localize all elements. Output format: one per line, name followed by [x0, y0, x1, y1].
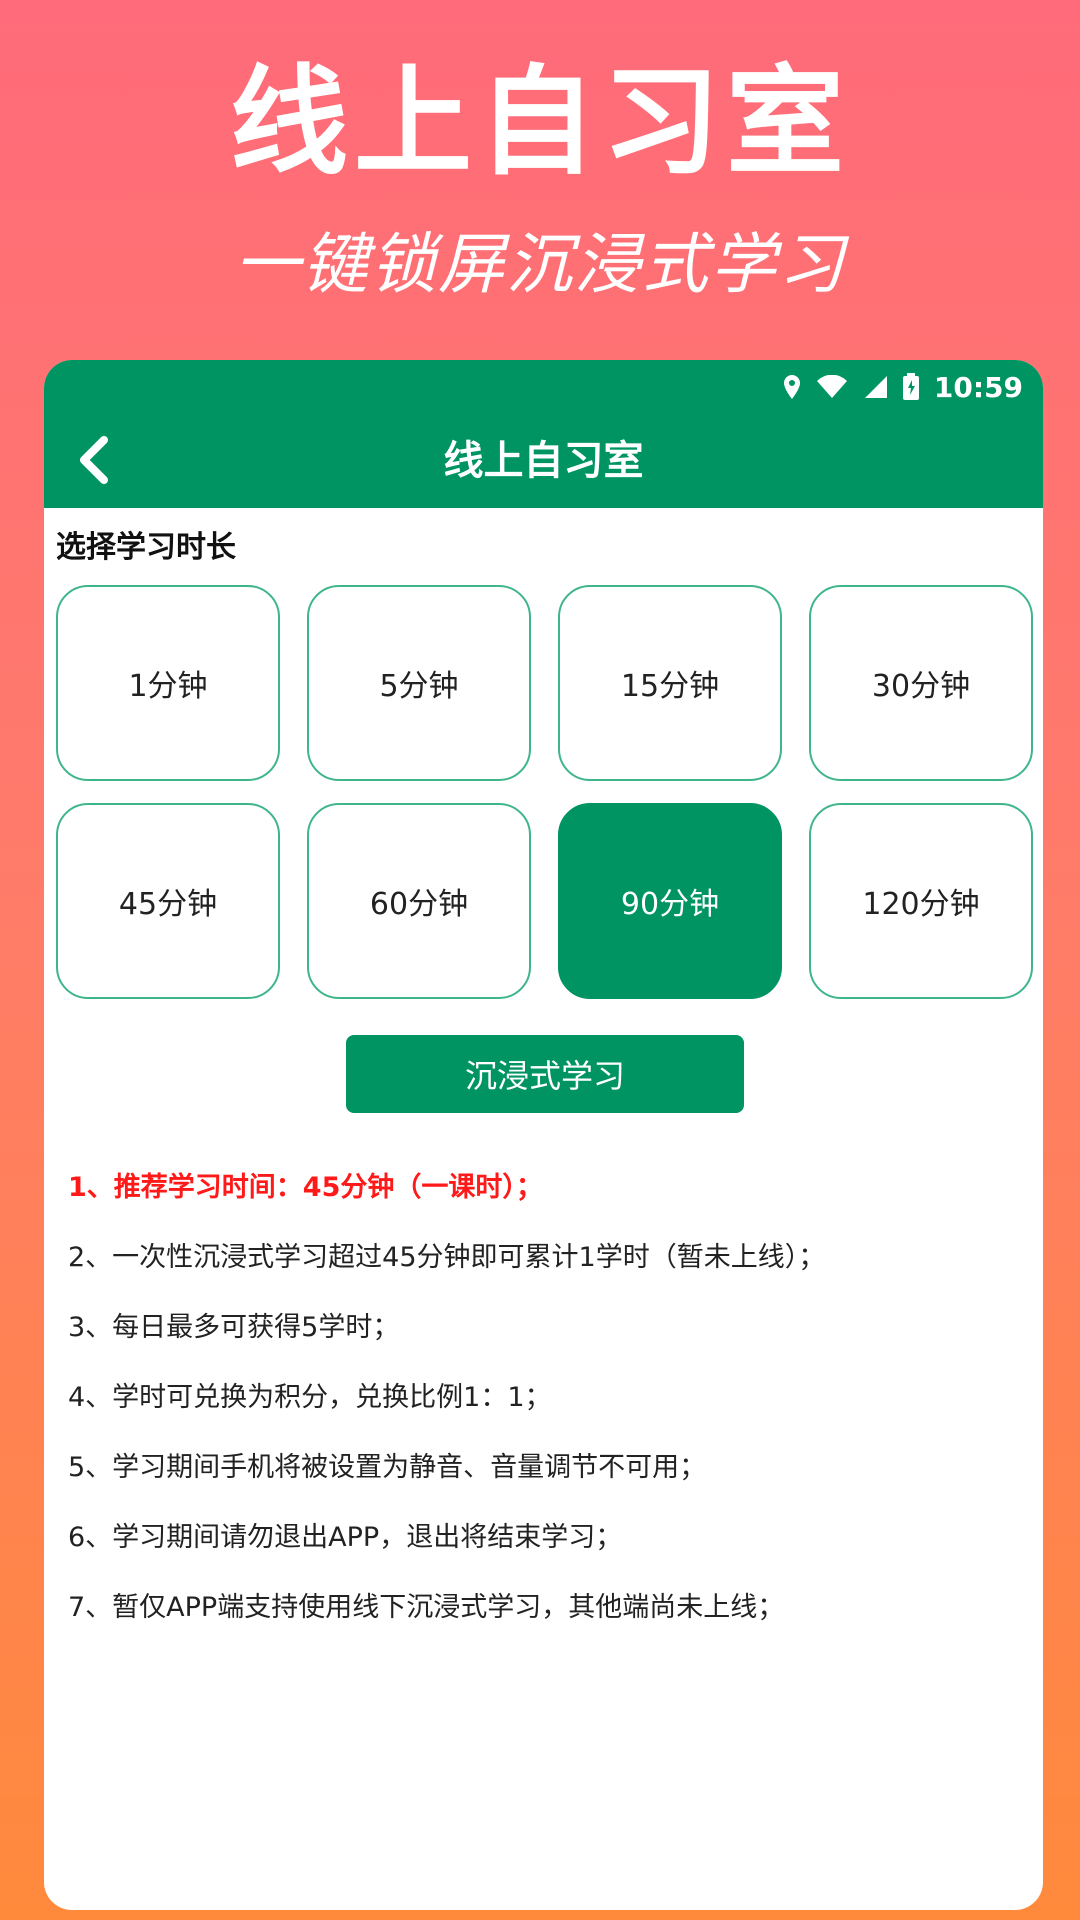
page-title: 线上自习室 — [443, 438, 644, 484]
duration-option-120min[interactable]: 120分钟 — [809, 803, 1033, 999]
duration-option-45min[interactable]: 45分钟 — [56, 803, 280, 999]
phone-screen: 10:59 线上自习室 选择学习时长 1分钟 5分钟 15分钟 30分钟 45分… — [44, 360, 1043, 1910]
duration-option-1min[interactable]: 1分钟 — [56, 585, 280, 781]
immersive-study-button[interactable]: 沉浸式学习 — [346, 1035, 744, 1113]
rule-item: 3、每日最多可获得5学时； — [68, 1312, 400, 1343]
rule-item: 4、学时可兑换为积分，兑换比例1：1； — [68, 1382, 552, 1413]
promo-title: 线上自习室 — [229, 53, 850, 191]
rule-item: 7、暂仅APP端支持使用线下沉浸式学习，其他端尚未上线； — [68, 1592, 785, 1623]
rule-item: 2、一次性沉浸式学习超过45分钟即可累计1学时（暂未上线）； — [68, 1242, 826, 1273]
wifi-icon — [816, 375, 848, 399]
duration-section-label: 选择学习时长 — [56, 530, 236, 565]
location-icon — [782, 374, 802, 400]
duration-grid: 1分钟 5分钟 15分钟 30分钟 45分钟 60分钟 90分钟 120分钟 — [56, 585, 1034, 999]
duration-option-90min[interactable]: 90分钟 — [558, 803, 782, 999]
duration-option-5min[interactable]: 5分钟 — [307, 585, 531, 781]
duration-option-15min[interactable]: 15分钟 — [558, 585, 782, 781]
duration-option-60min[interactable]: 60分钟 — [307, 803, 531, 999]
rule-item: 1、推荐学习时间：45分钟（一课时）； — [68, 1172, 543, 1203]
status-time: 10:59 — [933, 370, 1023, 404]
rule-item: 5、学习期间手机将被设置为静音、音量调节不可用； — [68, 1452, 707, 1483]
duration-option-30min[interactable]: 30分钟 — [809, 585, 1033, 781]
battery-icon — [902, 373, 920, 401]
rule-item: 6、学习期间请勿退出APP，退出将结束学习； — [68, 1522, 623, 1553]
app-bar: 线上自习室 — [44, 414, 1043, 508]
rules-list: 1、推荐学习时间：45分钟（一课时）； 2、一次性沉浸式学习超过45分钟即可累计… — [68, 1170, 1028, 1660]
status-bar: 10:59 — [44, 360, 1043, 414]
signal-icon — [862, 375, 888, 399]
promo-subtitle: 一键锁屏沉浸式学习 — [234, 226, 846, 303]
